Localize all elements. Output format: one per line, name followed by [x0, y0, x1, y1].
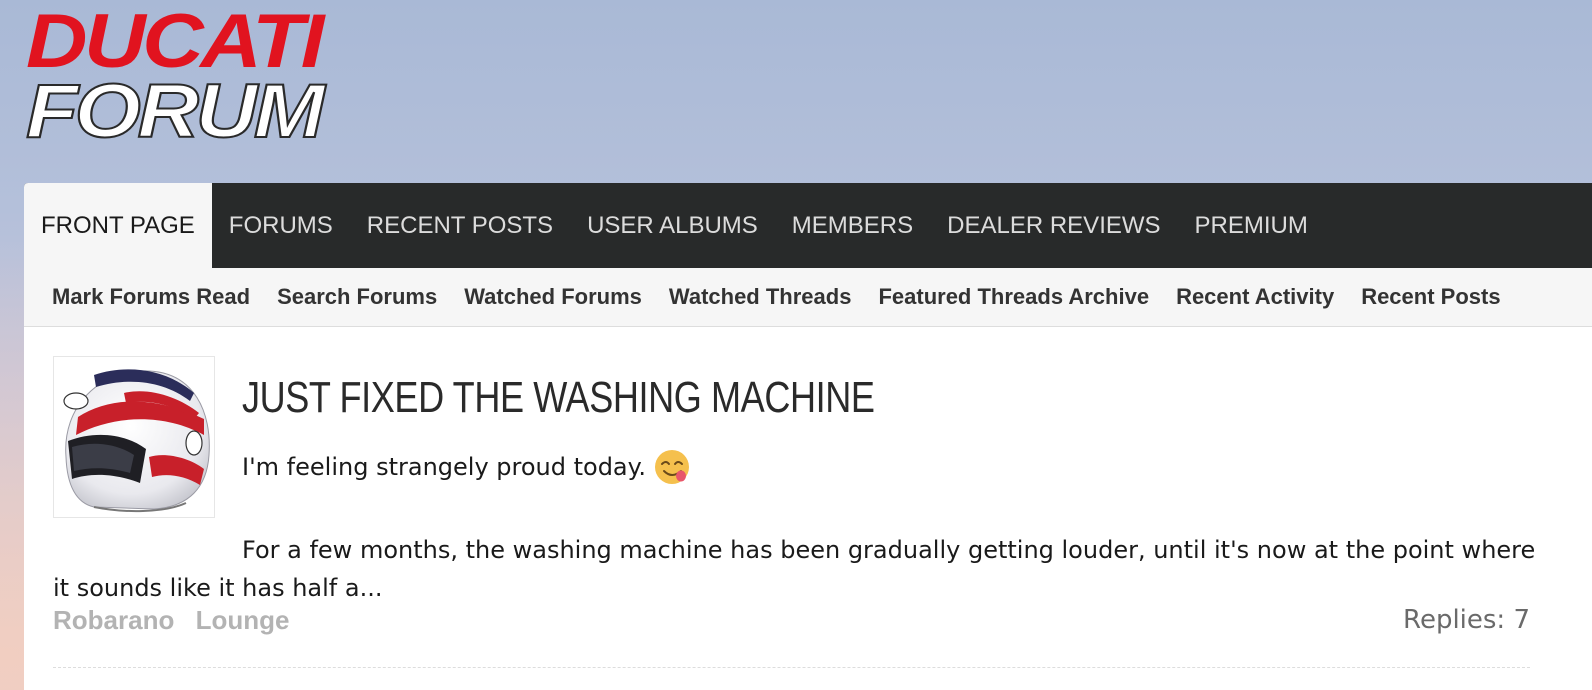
subnav-search-forums[interactable]: Search Forums	[277, 284, 437, 310]
tab-dealer-reviews[interactable]: DEALER REVIEWS	[930, 183, 1177, 268]
thread-divider	[53, 667, 1530, 668]
thread-author-link[interactable]: Robarano	[53, 605, 174, 635]
logo-line-forum: FORUM	[25, 69, 326, 154]
thread-forum-link[interactable]: Lounge	[196, 605, 290, 635]
tab-recent-posts[interactable]: RECENT POSTS	[350, 183, 570, 268]
main-panel: FRONT PAGE FORUMS RECENT POSTS USER ALBU…	[24, 183, 1592, 690]
tab-forums[interactable]: FORUMS	[212, 183, 350, 268]
tab-front-page[interactable]: FRONT PAGE	[24, 183, 212, 268]
main-nav: FRONT PAGE FORUMS RECENT POSTS USER ALBU…	[24, 183, 1592, 268]
tagline-text: I'm feeling strangely proud today.	[242, 453, 647, 481]
thread-thumbnail-helmet[interactable]	[53, 356, 215, 518]
helmet-image	[63, 369, 210, 513]
thread-tagline: I'm feeling strangely proud today.	[242, 449, 690, 485]
tab-members[interactable]: MEMBERS	[775, 183, 930, 268]
thread-replies-count: Replies: 7	[1403, 605, 1530, 635]
face-savoring-food-icon	[654, 449, 690, 485]
tab-premium[interactable]: PREMIUM	[1178, 183, 1325, 268]
thread-meta: Robarano Lounge	[53, 605, 303, 636]
site-logo[interactable]: DUCATI FORUM	[25, 4, 378, 154]
thread-title[interactable]: JUST FIXED THE WASHING MACHINE	[242, 373, 875, 423]
subnav-recent-activity[interactable]: Recent Activity	[1176, 284, 1334, 310]
sub-nav: Mark Forums Read Search Forums Watched F…	[24, 268, 1592, 327]
subnav-featured-threads-archive[interactable]: Featured Threads Archive	[878, 284, 1149, 310]
subnav-watched-threads[interactable]: Watched Threads	[669, 284, 852, 310]
thread-excerpt: For a few months, the washing machine ha…	[53, 536, 1536, 602]
subnav-recent-posts[interactable]: Recent Posts	[1361, 284, 1500, 310]
tab-user-albums[interactable]: USER ALBUMS	[570, 183, 775, 268]
subnav-watched-forums[interactable]: Watched Forums	[464, 284, 642, 310]
subnav-mark-forums-read[interactable]: Mark Forums Read	[52, 284, 250, 310]
